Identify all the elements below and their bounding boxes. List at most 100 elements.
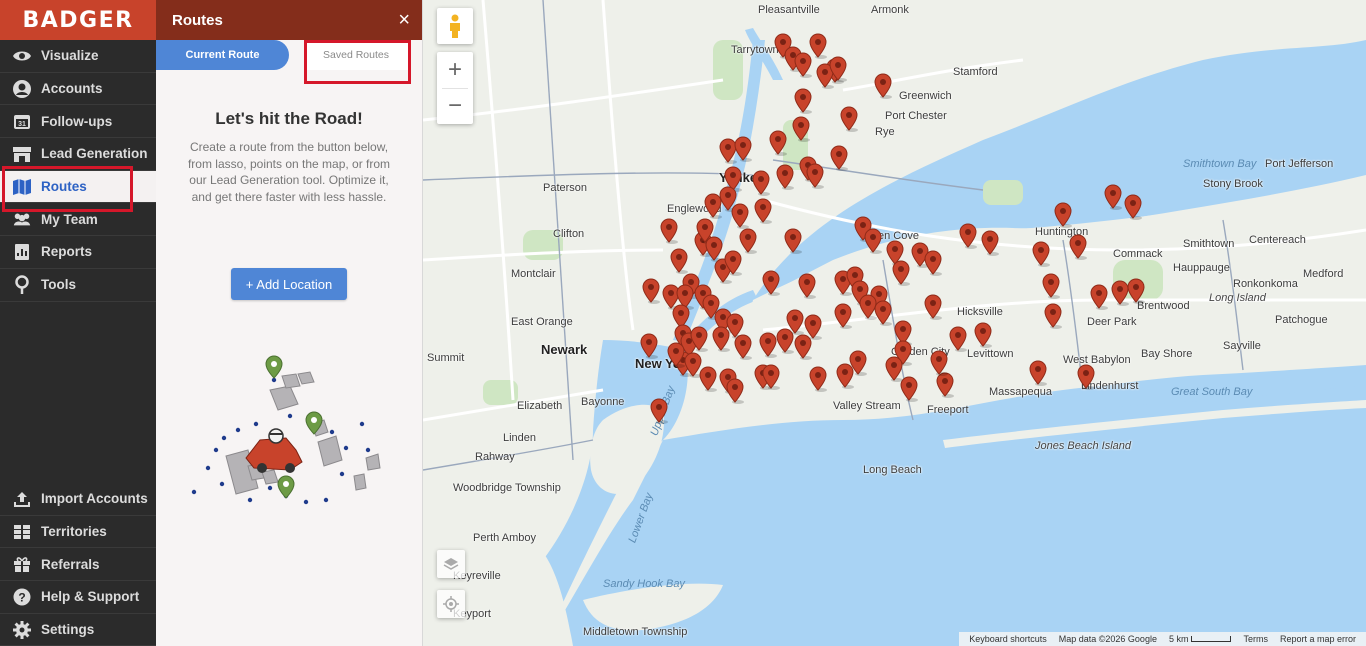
account-pin-icon[interactable] xyxy=(784,228,802,254)
account-pin-icon[interactable] xyxy=(1054,202,1072,228)
account-pin-icon[interactable] xyxy=(786,309,804,335)
badger-logo[interactable]: BADGER xyxy=(0,0,156,40)
sidebar-item-settings[interactable]: Settings xyxy=(0,614,156,646)
sidebar-item-reports[interactable]: Reports xyxy=(0,236,156,269)
account-pin-icon[interactable] xyxy=(1029,360,1047,386)
account-pin-icon[interactable] xyxy=(864,228,882,254)
account-pin-icon[interactable] xyxy=(834,303,852,329)
account-pin-icon[interactable] xyxy=(690,326,708,352)
zoom-control: + − xyxy=(437,52,473,124)
account-pin-icon[interactable] xyxy=(1077,364,1095,390)
account-pin-icon[interactable] xyxy=(1104,184,1122,210)
account-pin-icon[interactable] xyxy=(667,342,685,368)
account-pin-icon[interactable] xyxy=(642,278,660,304)
account-pin-icon[interactable] xyxy=(794,88,812,114)
close-icon[interactable]: × xyxy=(398,10,410,30)
account-pin-icon[interactable] xyxy=(924,250,942,276)
account-pin-icon[interactable] xyxy=(1042,273,1060,299)
account-pin-icon[interactable] xyxy=(739,228,757,254)
account-pin-icon[interactable] xyxy=(794,52,812,78)
sidebar-item-territories[interactable]: Territories xyxy=(0,516,156,549)
account-pin-icon[interactable] xyxy=(981,230,999,256)
account-pin-icon[interactable] xyxy=(829,56,847,82)
account-pin-icon[interactable] xyxy=(1032,241,1050,267)
report-map-error-link[interactable]: Report a map error xyxy=(1280,634,1356,644)
sidebar-item-import-accounts[interactable]: Import Accounts xyxy=(0,483,156,516)
layers-icon[interactable] xyxy=(437,550,465,578)
map-view[interactable]: Pleasantville Armonk Tarrytown Stamford Gree… xyxy=(423,0,1366,646)
street-view-pegman-icon[interactable] xyxy=(437,8,473,44)
account-pin-icon[interactable] xyxy=(752,170,770,196)
tab-current-route[interactable]: Current Route xyxy=(156,40,289,70)
add-location-button[interactable]: + Add Location xyxy=(231,268,347,300)
account-pin-icon[interactable] xyxy=(930,350,948,376)
scale-indicator[interactable]: 5 km xyxy=(1169,634,1232,644)
account-pin-icon[interactable] xyxy=(1090,284,1108,310)
account-pin-icon[interactable] xyxy=(712,326,730,352)
account-pin-icon[interactable] xyxy=(660,218,678,244)
account-pin-icon[interactable] xyxy=(806,163,824,189)
account-pin-icon[interactable] xyxy=(731,203,749,229)
map-icon xyxy=(12,177,32,197)
sidebar-item-tools[interactable]: Tools xyxy=(0,269,156,302)
panel-header: Routes × xyxy=(156,0,422,40)
zoom-in-button[interactable]: + xyxy=(437,52,473,88)
account-pin-icon[interactable] xyxy=(804,314,822,340)
account-pin-icon[interactable] xyxy=(892,260,910,286)
map-label: Medford xyxy=(1303,268,1344,280)
account-pin-icon[interactable] xyxy=(776,164,794,190)
sidebar-item-label: Tools xyxy=(41,277,76,293)
account-pin-icon[interactable] xyxy=(949,326,967,352)
account-pin-icon[interactable] xyxy=(874,73,892,99)
sidebar-item-label: Import Accounts xyxy=(41,491,148,507)
account-pin-icon[interactable] xyxy=(734,334,752,360)
account-pin-icon[interactable] xyxy=(798,273,816,299)
account-pin-icon[interactable] xyxy=(874,300,892,326)
map-label: West Babylon xyxy=(1063,354,1131,366)
panel-description: Create a route from the button below, fr… xyxy=(187,140,391,204)
account-pin-icon[interactable] xyxy=(759,332,777,358)
account-pin-icon[interactable] xyxy=(792,116,810,142)
sidebar-item-accounts[interactable]: Accounts xyxy=(0,73,156,106)
sidebar-item-label: Visualize xyxy=(41,48,99,64)
map-label: Greenwich xyxy=(899,90,952,102)
account-pin-icon[interactable] xyxy=(670,248,688,274)
map-label: Elizabeth xyxy=(517,400,563,412)
account-pin-icon[interactable] xyxy=(734,136,752,162)
account-pin-icon[interactable] xyxy=(1127,278,1145,304)
account-pin-icon[interactable] xyxy=(974,322,992,348)
account-pin-icon[interactable] xyxy=(830,145,848,171)
account-pin-icon[interactable] xyxy=(762,270,780,296)
account-pin-icon[interactable] xyxy=(762,364,780,390)
sidebar-item-referrals[interactable]: Referrals xyxy=(0,548,156,582)
account-pin-icon[interactable] xyxy=(840,106,858,132)
account-pin-icon[interactable] xyxy=(1044,303,1062,329)
map-label: Bayonne xyxy=(581,396,625,408)
my-location-icon[interactable] xyxy=(437,590,465,618)
sidebar-item-lead-generation[interactable]: Lead Generation xyxy=(0,138,156,171)
tab-saved-routes[interactable]: Saved Routes xyxy=(304,40,408,70)
sidebar-item-routes[interactable]: Routes xyxy=(0,170,156,204)
account-pin-icon[interactable] xyxy=(900,376,918,402)
map-label: Clifton xyxy=(553,228,585,240)
account-pin-icon[interactable] xyxy=(699,366,717,392)
account-pin-icon[interactable] xyxy=(769,130,787,156)
account-pin-icon[interactable] xyxy=(650,398,668,424)
account-pin-icon[interactable] xyxy=(640,333,658,359)
zoom-out-button[interactable]: − xyxy=(437,88,473,124)
sidebar-item-help-support[interactable]: ? Help & Support xyxy=(0,581,156,614)
account-pin-icon[interactable] xyxy=(836,363,854,389)
account-pin-icon[interactable] xyxy=(1069,234,1087,260)
sidebar-item-my-team[interactable]: My Team xyxy=(0,203,156,237)
account-pin-icon[interactable] xyxy=(924,294,942,320)
sidebar-item-follow-ups[interactable]: 31 Follow-ups xyxy=(0,105,156,139)
account-pin-icon[interactable] xyxy=(754,198,772,224)
account-pin-icon[interactable] xyxy=(1124,194,1142,220)
map-label: Ronkonkoma xyxy=(1233,278,1298,290)
terms-link[interactable]: Terms xyxy=(1243,634,1268,644)
keyboard-shortcuts-link[interactable]: Keyboard shortcuts xyxy=(969,634,1047,644)
account-pin-icon[interactable] xyxy=(809,366,827,392)
account-pin-icon[interactable] xyxy=(959,223,977,249)
account-pin-icon[interactable] xyxy=(726,378,744,404)
sidebar-item-visualize[interactable]: Visualize xyxy=(0,40,156,73)
